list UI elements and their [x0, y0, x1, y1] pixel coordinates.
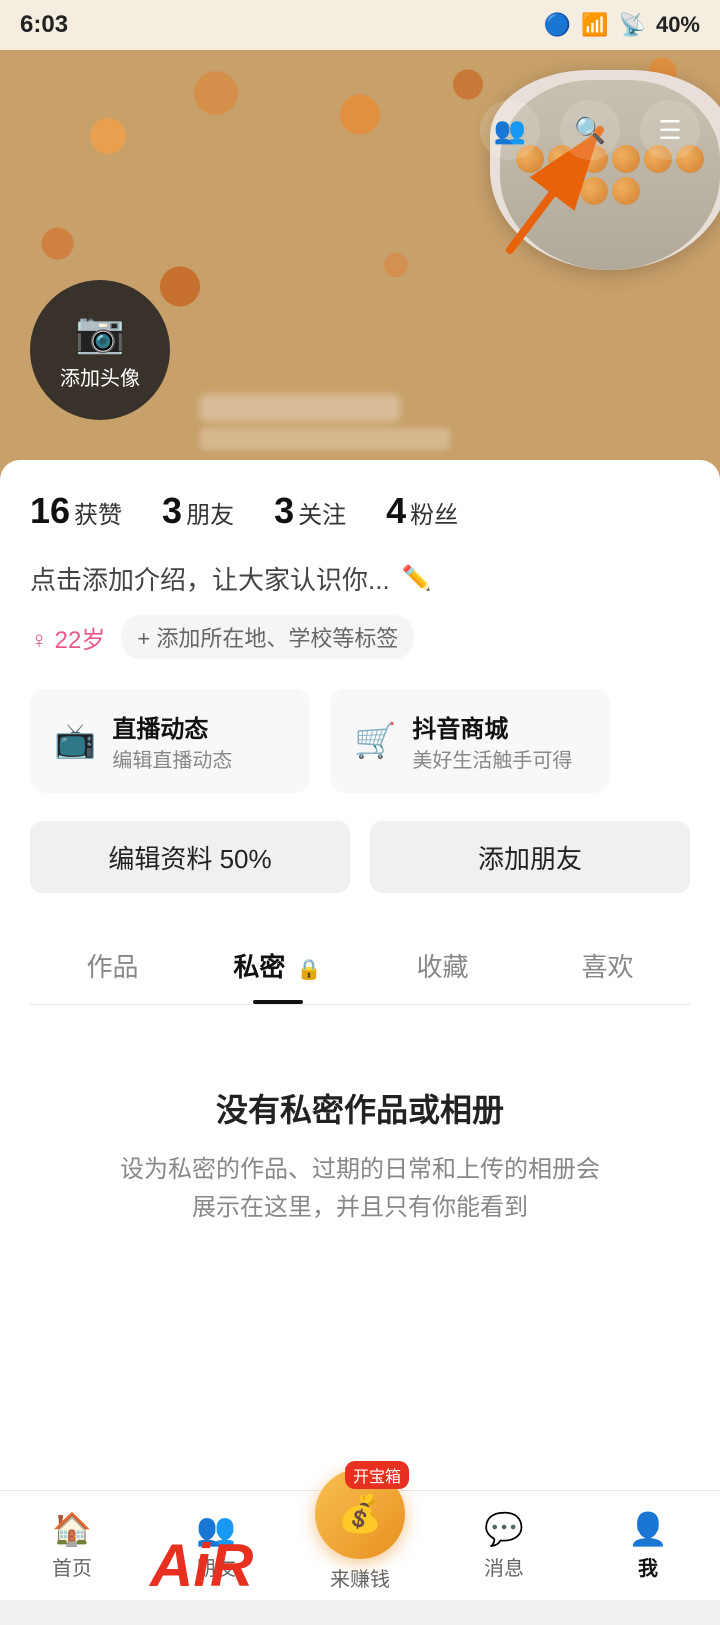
earn-icon: 💰 [338, 1493, 383, 1535]
nav-earn[interactable]: 💰 开宝箱 来赚钱 [288, 1499, 432, 1592]
friends-count: 3 [162, 490, 182, 532]
tabs-row: 作品 私密 🔒 收藏 喜欢 [30, 923, 690, 1005]
stat-following[interactable]: 3 关注 [274, 490, 346, 532]
status-bar: 6:03 🔵 📶 📡 40% [0, 0, 720, 50]
fans-count: 4 [386, 490, 406, 532]
tab-likes-label: 喜欢 [581, 952, 633, 982]
empty-description: 设为私密的作品、过期的日常和上传的相册会展示在这里，并且只有你能看到 [110, 1151, 610, 1228]
tab-works-label: 作品 [86, 952, 138, 982]
nav-me-label: 我 [638, 1552, 658, 1581]
shop-icon: 🛒 [354, 721, 396, 761]
messages-icon: 💬 [484, 1510, 524, 1548]
nav-earn-label: 来赚钱 [330, 1563, 390, 1592]
earn-button[interactable]: 💰 开宝箱 [315, 1469, 405, 1559]
live-subtitle: 编辑直播动态 [112, 744, 232, 773]
home-icon: 🏠 [52, 1510, 92, 1548]
stat-friends[interactable]: 3 朋友 [162, 490, 234, 532]
nav-home-label: 首页 [52, 1552, 92, 1581]
tags-row: ♀ 22岁 + 添加所在地、学校等标签 [30, 615, 690, 659]
tab-favorites-label: 收藏 [416, 952, 468, 982]
following-count: 3 [274, 490, 294, 532]
shop-card[interactable]: 🛒 抖音商城 美好生活触手可得 [330, 689, 610, 793]
camera-icon: 📷 [75, 309, 125, 356]
empty-state: 没有私密作品或相册 设为私密的作品、过期的日常和上传的相册会展示在这里，并且只有… [0, 1005, 720, 1505]
edit-profile-button[interactable]: 编辑资料 50% [30, 821, 350, 893]
stat-fans[interactable]: 4 粉丝 [386, 490, 458, 532]
tab-favorites[interactable]: 收藏 [360, 923, 525, 1004]
live-title: 直播动态 [112, 709, 232, 744]
header-icons: 👥 🔍 ☰ [480, 100, 700, 160]
nav-friends-label: 朋友 [196, 1552, 236, 1581]
feature-cards: 📺 直播动态 编辑直播动态 🛒 抖音商城 美好生活触手可得 [30, 689, 690, 793]
live-text: 直播动态 编辑直播动态 [112, 709, 232, 773]
add-tags-button[interactable]: + 添加所在地、学校等标签 [121, 615, 414, 659]
menu-button[interactable]: ☰ [640, 100, 700, 160]
tab-likes[interactable]: 喜欢 [525, 923, 690, 1004]
likes-count: 16 [30, 490, 70, 532]
add-friend-button[interactable]: 添加朋友 [370, 821, 690, 893]
bio-row[interactable]: 点击添加介绍，让大家认识你... ✏️ [30, 560, 690, 597]
tab-private[interactable]: 私密 🔒 [195, 923, 360, 1004]
avatar-area: 📷 添加头像 [30, 280, 170, 420]
following-label: 关注 [298, 495, 346, 530]
live-dynamics-card[interactable]: 📺 直播动态 编辑直播动态 [30, 689, 310, 793]
nav-messages-label: 消息 [484, 1552, 524, 1581]
bluetooth-icon: 🔵 [544, 12, 571, 38]
nav-messages[interactable]: 💬 消息 [432, 1510, 576, 1581]
hero-banner: 👥 🔍 ☰ 📷 添加头像 [0, 50, 720, 480]
action-buttons: 编辑资料 50% 添加朋友 [30, 821, 690, 893]
fans-label: 粉丝 [410, 495, 458, 530]
edit-profile-label: 编辑资料 50% [108, 839, 271, 876]
live-icon: 📺 [54, 721, 96, 761]
shop-text: 抖音商城 美好生活触手可得 [412, 709, 572, 773]
profile-section: 16 获赞 3 朋友 3 关注 4 粉丝 点击添加介绍，让大家认识你... ✏️… [0, 460, 720, 1005]
friends-button[interactable]: 👥 [480, 100, 540, 160]
add-friend-label: 添加朋友 [478, 839, 582, 876]
shop-subtitle: 美好生活触手可得 [412, 744, 572, 773]
nav-friends[interactable]: 👥 朋友 [144, 1510, 288, 1581]
nav-me[interactable]: 👤 我 [576, 1510, 720, 1581]
nav-home[interactable]: 🏠 首页 [0, 1510, 144, 1581]
shop-title: 抖音商城 [412, 709, 572, 744]
username-blur-area [200, 394, 450, 450]
userid-blurred [200, 428, 450, 450]
stat-likes[interactable]: 16 获赞 [30, 490, 122, 532]
friends-label: 朋友 [186, 495, 234, 530]
tab-works[interactable]: 作品 [30, 923, 195, 1004]
avatar-upload-button[interactable]: 📷 添加头像 [30, 280, 170, 420]
battery-text: 40% [656, 12, 700, 38]
search-icon: 🔍 [574, 115, 606, 146]
likes-label: 获赞 [74, 495, 122, 530]
stats-row: 16 获赞 3 朋友 3 关注 4 粉丝 [30, 490, 690, 532]
status-right: 🔵 📶 📡 40% [544, 12, 700, 38]
username-blurred [200, 394, 400, 422]
avatar-label: 添加头像 [60, 362, 140, 391]
tab-private-label: 私密 [233, 952, 285, 982]
wifi-icon: 📶 [581, 12, 608, 38]
edit-bio-icon: ✏️ [402, 564, 432, 593]
bio-text: 点击添加介绍，让大家认识你... [30, 560, 390, 597]
signal-icon: 📡 [619, 12, 646, 38]
friends-nav-icon: 👥 [196, 1510, 236, 1548]
me-icon: 👤 [628, 1510, 668, 1548]
gender-tag: ♀ 22岁 [30, 620, 105, 655]
status-time: 6:03 [20, 11, 68, 39]
search-button[interactable]: 🔍 [560, 100, 620, 160]
lock-icon: 🔒 [297, 959, 322, 981]
empty-title: 没有私密作品或相册 [216, 1085, 504, 1131]
bottom-nav: 🏠 首页 👥 朋友 💰 开宝箱 来赚钱 💬 消息 👤 我 [0, 1490, 720, 1600]
earn-badge: 开宝箱 [345, 1461, 409, 1489]
menu-icon: ☰ [658, 115, 681, 146]
friends-icon: 👥 [494, 115, 526, 146]
